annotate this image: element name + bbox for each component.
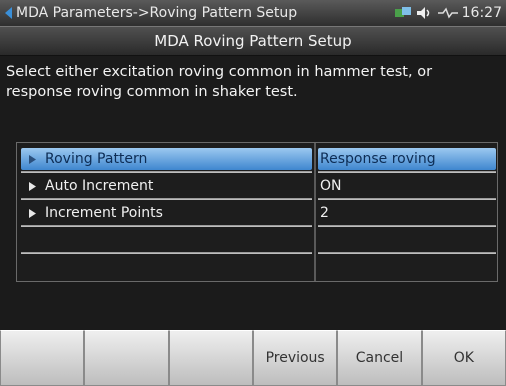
softkey-1-button[interactable] — [0, 330, 85, 386]
row-divider — [318, 171, 496, 173]
softkey-2-button[interactable] — [84, 330, 169, 386]
network-icon — [393, 6, 413, 20]
row-divider — [318, 252, 496, 254]
title-bar: MDA Parameters->Roving Pattern Setup 16:… — [0, 0, 506, 26]
table-row-roving-pattern[interactable]: Roving Pattern Response roving — [17, 147, 497, 171]
parameter-table: Roving Pattern Response roving Auto Incr… — [16, 142, 498, 282]
row-divider — [318, 225, 496, 227]
row-divider — [21, 225, 312, 227]
row-value-cell[interactable]: Response roving — [318, 148, 496, 170]
row-divider — [21, 252, 312, 254]
row-value-cell[interactable]: 2 — [318, 202, 496, 224]
status-area: 16:27 — [393, 0, 502, 26]
table-row-increment-points[interactable]: Increment Points 2 — [17, 201, 497, 225]
expand-arrow-icon — [25, 208, 39, 218]
expand-arrow-icon — [25, 154, 39, 164]
row-value-cell[interactable] — [318, 229, 496, 251]
row-label-cell[interactable]: Auto Increment — [21, 175, 312, 197]
table-row-empty[interactable] — [17, 255, 497, 279]
description-text: Select either excitation roving common i… — [6, 64, 433, 100]
row-value: Response roving — [320, 151, 436, 167]
cancel-button[interactable]: Cancel — [337, 330, 422, 386]
volume-icon — [416, 6, 434, 20]
row-label-cell[interactable] — [21, 256, 312, 278]
back-arrow-icon[interactable] — [0, 0, 16, 26]
row-value: ON — [320, 178, 342, 194]
row-label: Increment Points — [45, 205, 163, 221]
softkey-3-button[interactable] — [168, 330, 253, 386]
row-value: 2 — [320, 205, 329, 221]
clock: 16:27 — [461, 5, 502, 21]
previous-button[interactable]: Previous — [252, 330, 338, 386]
expand-arrow-icon — [25, 181, 39, 191]
row-divider — [21, 198, 312, 200]
row-label-cell[interactable]: Increment Points — [21, 202, 312, 224]
table-row-empty[interactable] — [17, 228, 497, 252]
bottom-toolbar: Previous Cancel OK — [0, 330, 506, 386]
row-value-cell[interactable] — [318, 256, 496, 278]
row-divider — [21, 171, 312, 173]
row-label: Roving Pattern — [45, 151, 148, 167]
row-label-cell[interactable]: Roving Pattern — [21, 148, 312, 170]
row-divider — [318, 198, 496, 200]
row-label: Auto Increment — [45, 178, 154, 194]
row-label-cell[interactable] — [21, 229, 312, 251]
page-title: MDA Roving Pattern Setup — [0, 26, 506, 56]
ok-button[interactable]: OK — [421, 330, 506, 386]
signal-icon — [437, 6, 459, 20]
row-value-cell[interactable]: ON — [318, 175, 496, 197]
window-title: MDA Parameters->Roving Pattern Setup — [16, 5, 298, 21]
table-row-auto-increment[interactable]: Auto Increment ON — [17, 174, 497, 198]
